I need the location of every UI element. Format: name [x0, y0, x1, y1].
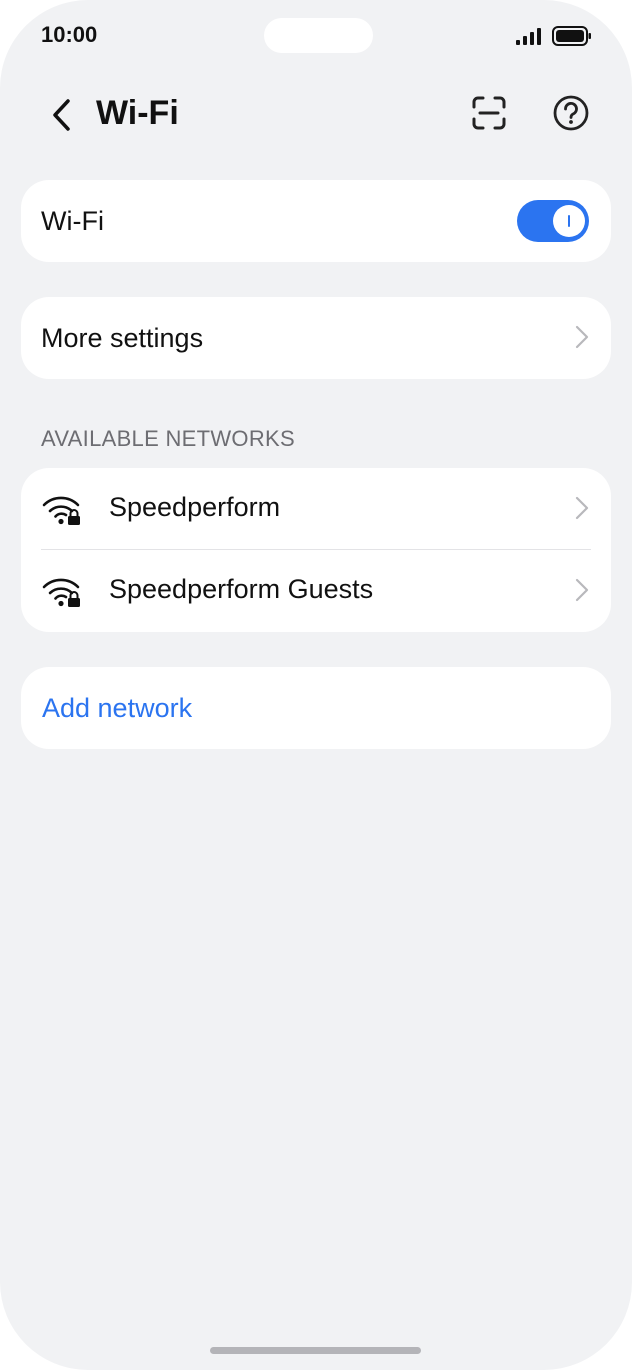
chevron-left-icon [53, 99, 70, 131]
status-time: 10:00 [41, 22, 98, 47]
help-button[interactable] [548, 90, 594, 136]
available-networks-heading: AVAILABLE NETWORKS [41, 426, 295, 451]
cellular-signal-icon [516, 28, 541, 45]
home-indicator[interactable] [210, 1347, 421, 1354]
more-settings-row[interactable]: More settings [21, 297, 611, 379]
back-button[interactable] [38, 92, 84, 138]
network-item[interactable]: Speedperform [21, 468, 611, 550]
battery-icon [552, 26, 591, 46]
network-name: Speedperform [109, 492, 281, 522]
wifi-label: Wi-Fi [41, 205, 104, 236]
chevron-right-icon [575, 578, 589, 602]
add-network-card: Add network [21, 667, 611, 749]
wifi-toggle-switch[interactable] [517, 200, 589, 242]
scan-qr-button[interactable] [466, 90, 512, 136]
network-item[interactable]: Speedperform Guests [21, 550, 611, 632]
toggle-knob [553, 205, 585, 237]
wifi-lock-icon [42, 578, 80, 607]
chevron-right-icon [575, 496, 589, 520]
more-settings-card: More settings [21, 297, 611, 379]
page-header: Wi-Fi [0, 82, 632, 144]
dynamic-island [264, 18, 373, 53]
network-name: Speedperform Guests [109, 574, 374, 604]
status-bar: 10:00 [0, 0, 632, 72]
wifi-toggle-card: Wi-Fi [21, 180, 611, 262]
chevron-right-icon [575, 325, 589, 349]
scan-icon [472, 96, 506, 130]
help-icon [553, 95, 589, 131]
wifi-toggle-row[interactable]: Wi-Fi [21, 180, 611, 262]
more-settings-label: More settings [41, 322, 204, 353]
phone-screen: 10:00 Wi-Fi Wi-Fi More settings AVAILABL… [0, 0, 632, 1370]
networks-list: Speedperform Speedperform Guests [21, 468, 611, 632]
page-title: Wi-Fi [96, 94, 179, 132]
wifi-lock-icon [42, 496, 80, 525]
add-network-label: Add network [42, 692, 193, 723]
add-network-button[interactable]: Add network [21, 667, 611, 749]
